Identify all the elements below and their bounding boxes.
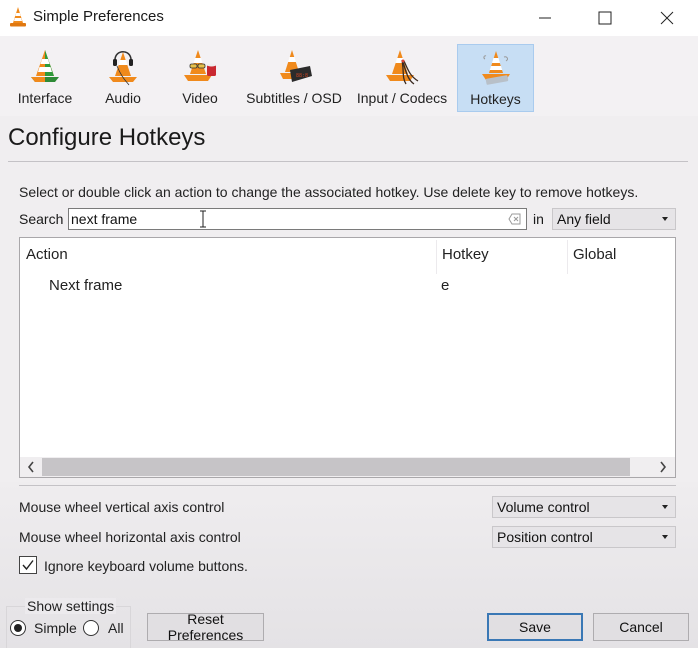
column-header-global[interactable]: Global: [573, 246, 616, 263]
audio-headphones-cone-icon: [109, 50, 137, 86]
tab-interface-label: Interface: [17, 90, 73, 106]
column-header-action[interactable]: Action: [26, 246, 68, 263]
category-toolbar: Interface Audio Video 88:8 Subtitles / O…: [0, 36, 698, 116]
chevron-right-icon: [660, 461, 667, 473]
save-button[interactable]: Save: [487, 613, 583, 641]
column-header-hotkey[interactable]: Hotkey: [442, 246, 489, 263]
dropdown-arrow-icon: [662, 535, 668, 539]
minimize-icon: [539, 17, 551, 19]
dropdown-arrow-icon: [662, 505, 668, 509]
search-field-value: Any field: [557, 211, 611, 227]
column-separator: [436, 240, 437, 274]
window-title: Simple Preferences: [33, 8, 164, 25]
tab-interface[interactable]: Interface: [10, 44, 80, 112]
tab-input-codecs-label: Input / Codecs: [356, 90, 448, 106]
interface-cone-icon: [31, 50, 59, 82]
scroll-right-button[interactable]: [655, 459, 671, 475]
close-button[interactable]: [644, 0, 690, 36]
title-divider: [8, 161, 688, 162]
all-radio-label: All: [108, 620, 124, 636]
svg-text:88:8: 88:8: [296, 73, 308, 79]
tab-video-label: Video: [182, 90, 218, 106]
vertical-axis-value: Volume control: [497, 499, 590, 515]
scrollbar-thumb[interactable]: [42, 458, 630, 476]
maximize-icon: [598, 11, 612, 25]
tab-video[interactable]: Video: [166, 44, 234, 112]
tab-audio[interactable]: Audio: [92, 44, 154, 112]
reset-preferences-button[interactable]: Reset Preferences: [147, 611, 264, 643]
input-cables-cone-icon: [386, 50, 419, 85]
search-input[interactable]: [71, 210, 501, 228]
search-field-select[interactable]: Any field: [552, 208, 676, 230]
tab-audio-label: Audio: [105, 90, 141, 106]
hotkeys-cone-icon: [481, 51, 510, 85]
video-glasses-cone-icon: [184, 50, 216, 81]
ignore-volume-checkbox[interactable]: [19, 556, 37, 574]
tab-hotkeys-label: Hotkeys: [470, 91, 521, 107]
tab-input-codecs[interactable]: Input / Codecs: [354, 44, 450, 112]
checkmark-icon: [22, 560, 34, 571]
minimize-button[interactable]: [522, 0, 568, 36]
column-separator: [567, 240, 568, 274]
horizontal-axis-select[interactable]: Position control: [492, 526, 676, 548]
tab-hotkeys[interactable]: Hotkeys: [457, 44, 534, 112]
clear-search-icon[interactable]: [508, 212, 522, 226]
title-bar: Simple Preferences: [0, 0, 698, 36]
in-label: in: [533, 211, 544, 227]
ignore-volume-label: Ignore keyboard volume buttons.: [44, 558, 248, 574]
vlc-cone-icon: [10, 7, 26, 27]
radio-selected-dot: [14, 624, 22, 632]
tab-subtitles-osd[interactable]: 88:8 Subtitles / OSD: [244, 44, 344, 112]
horizontal-axis-label: Mouse wheel horizontal axis control: [19, 529, 241, 545]
chevron-left-icon: [27, 461, 34, 473]
hotkeys-table: Action Hotkey Global Next frame e: [19, 237, 676, 478]
table-row[interactable]: Next frame e: [20, 274, 675, 296]
cancel-button[interactable]: Cancel: [593, 613, 689, 641]
scroll-left-button[interactable]: [23, 459, 39, 475]
vertical-axis-label: Mouse wheel vertical axis control: [19, 499, 225, 515]
simple-radio-label: Simple: [34, 620, 77, 636]
maximize-button[interactable]: [582, 0, 628, 36]
vertical-axis-select[interactable]: Volume control: [492, 496, 676, 518]
text-cursor-icon: [200, 210, 206, 228]
horizontal-axis-value: Position control: [497, 529, 593, 545]
cell-hotkey: e: [441, 277, 450, 294]
options-divider: [19, 485, 676, 486]
instructions-text: Select or double click an action to chan…: [19, 184, 639, 200]
page-title: Configure Hotkeys: [8, 124, 206, 151]
all-radio[interactable]: [83, 620, 99, 636]
cell-action: Next frame: [49, 277, 123, 294]
simple-radio[interactable]: [10, 620, 26, 636]
show-settings-label: Show settings: [25, 598, 117, 614]
search-label: Search: [19, 211, 64, 227]
tab-subtitles-osd-label: Subtitles / OSD: [246, 90, 342, 106]
dropdown-arrow-icon: [662, 217, 668, 221]
search-box[interactable]: [68, 208, 527, 230]
close-icon: [660, 11, 674, 25]
horizontal-scrollbar[interactable]: [20, 457, 675, 477]
subtitles-clock-cone-icon: 88:8: [280, 50, 312, 82]
